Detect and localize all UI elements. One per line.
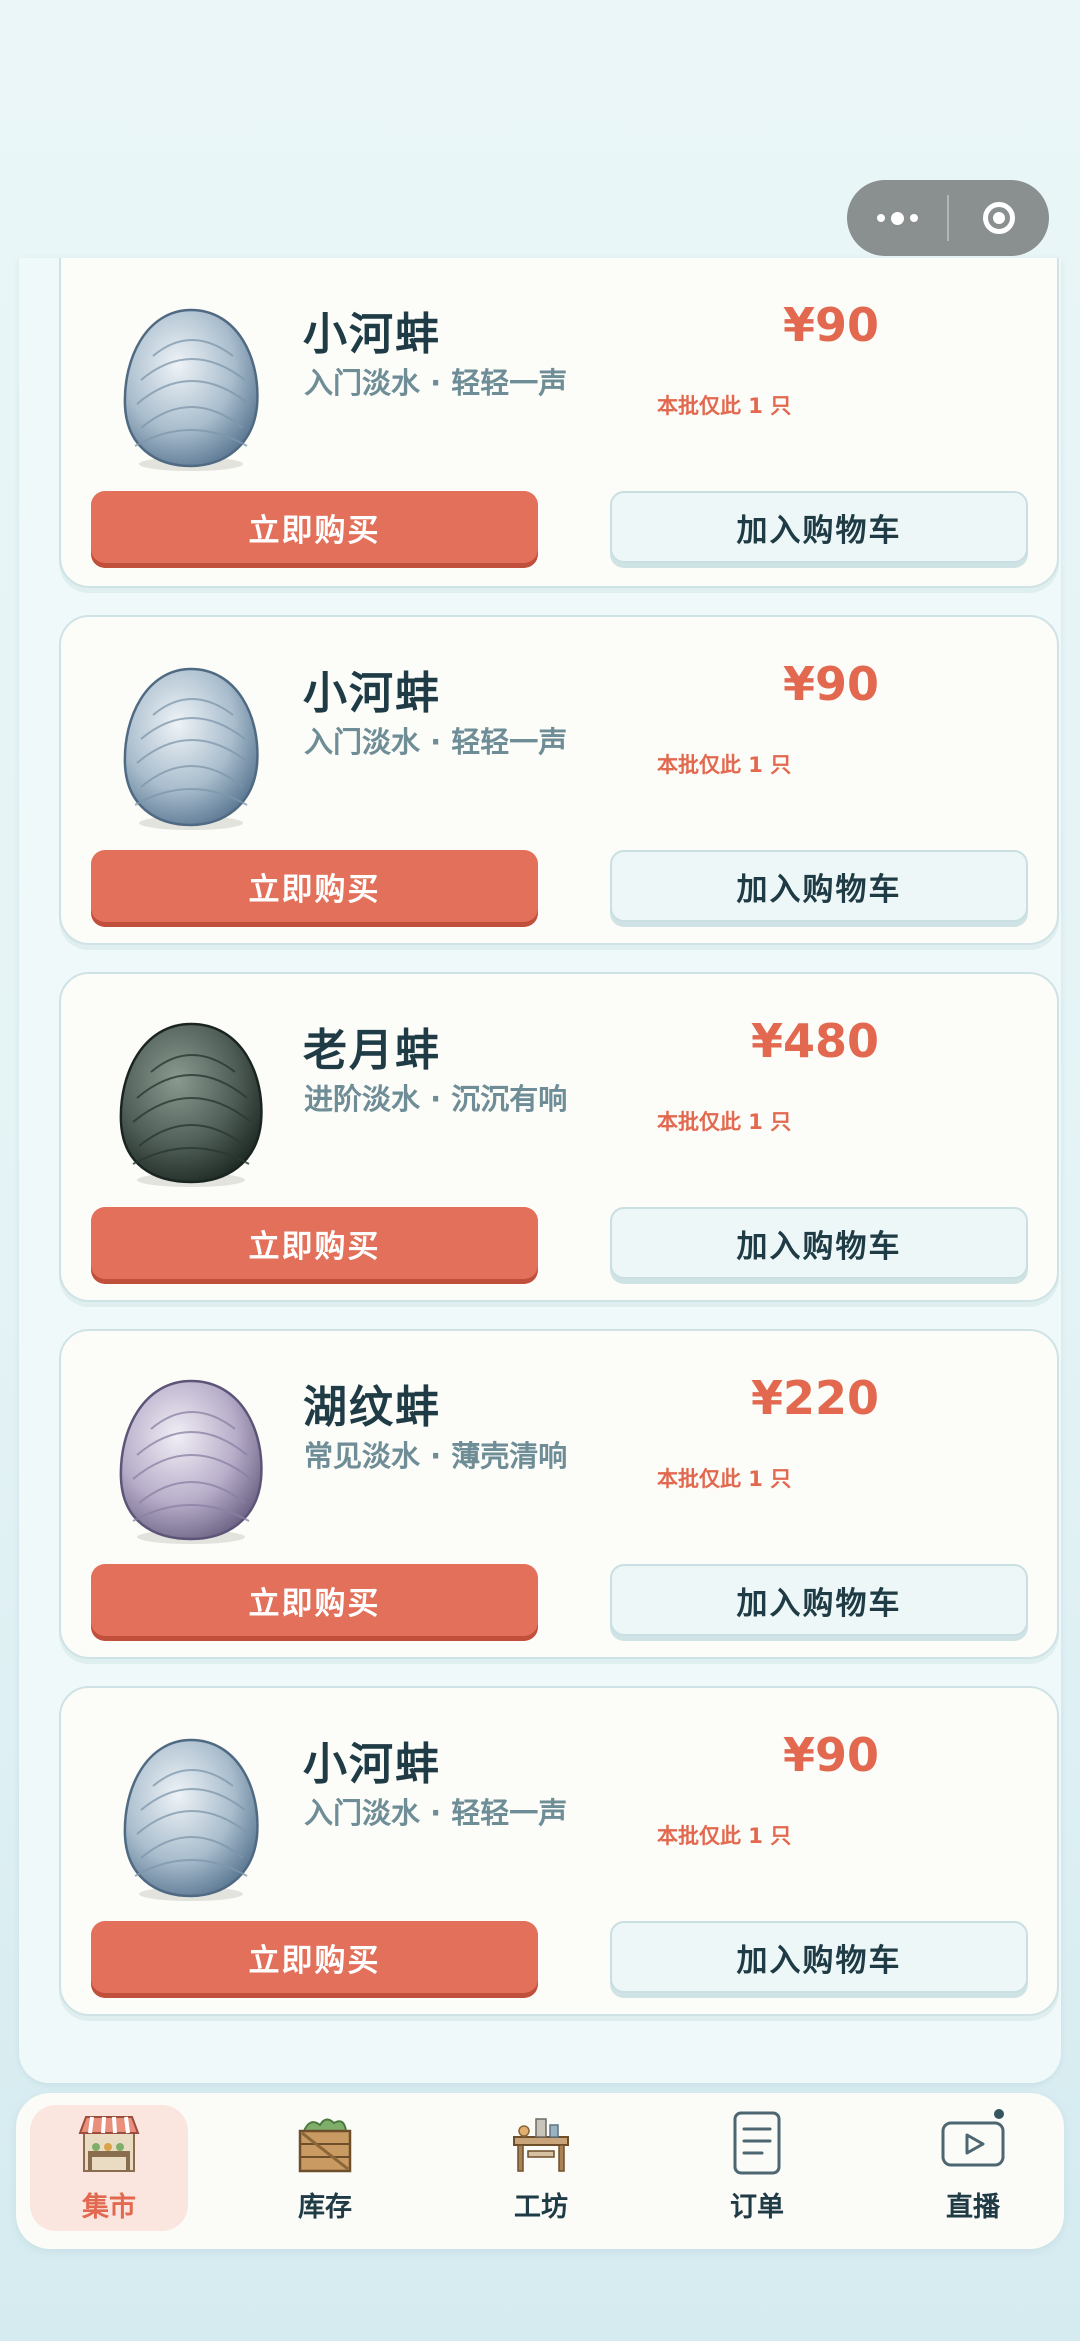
product-price: ¥90 xyxy=(782,657,879,711)
product-description: 入门淡水 · 轻轻一声 xyxy=(304,725,568,759)
add-to-cart-button[interactable]: 加入购物车 xyxy=(610,1564,1028,1636)
product-name: 老月蚌 xyxy=(303,1025,441,1076)
product-name: 小河蚌 xyxy=(303,309,441,360)
tab-inventory[interactable]: 库存 xyxy=(246,2105,404,2231)
play-video-icon xyxy=(941,2121,1005,2167)
buy-now-button[interactable]: 立即购买 xyxy=(91,850,538,922)
tab-market-label: 集市 xyxy=(82,2192,136,2223)
more-menu-button[interactable] xyxy=(847,180,947,256)
workbench-icon xyxy=(513,2118,569,2172)
pale-blue-clam-icon xyxy=(123,667,259,830)
play-video-icon-wrapper xyxy=(938,2109,1008,2177)
product-list-panel: 小河蚌 入门淡水 · 轻轻一声 ¥90 本批仅此 1 只 立即购买 加入购物车 xyxy=(19,258,1061,2083)
stock-note: 本批仅此 1 只 xyxy=(657,1824,792,1848)
buy-now-button[interactable]: 立即购买 xyxy=(91,1564,538,1636)
stock-note: 本批仅此 1 只 xyxy=(657,394,792,418)
stock-note: 本批仅此 1 只 xyxy=(657,1110,792,1134)
tab-orders[interactable]: 订单 xyxy=(678,2105,836,2231)
product-card: 湖纹蚌 常见淡水 · 薄壳清响 ¥220 本批仅此 1 只 立即购买 加入购物车 xyxy=(59,1329,1059,1659)
product-card: 老月蚌 进阶淡水 · 沉沉有响 ¥480 本批仅此 1 只 立即购买 加入购物车 xyxy=(59,972,1059,1302)
tab-live[interactable]: 直播 xyxy=(894,2105,1052,2231)
product-price: ¥480 xyxy=(750,1014,879,1068)
stock-note: 本批仅此 1 只 xyxy=(657,1467,792,1491)
product-name: 小河蚌 xyxy=(303,668,441,719)
live-notification-dot xyxy=(994,2109,1004,2119)
product-price: ¥90 xyxy=(782,298,879,352)
product-card: 小河蚌 入门淡水 · 轻轻一声 ¥90 本批仅此 1 只 立即购买 加入购物车 xyxy=(59,1686,1059,2016)
product-description: 入门淡水 · 轻轻一声 xyxy=(304,366,568,400)
buy-now-button[interactable]: 立即购买 xyxy=(91,491,538,563)
close-miniprogram-button[interactable] xyxy=(949,180,1049,256)
add-to-cart-button[interactable]: 加入购物车 xyxy=(610,1921,1028,1993)
tab-workshop[interactable]: 工坊 xyxy=(462,2105,620,2231)
product-name: 湖纹蚌 xyxy=(303,1382,441,1433)
product-price: ¥90 xyxy=(782,1728,879,1782)
buy-now-button[interactable]: 立即购买 xyxy=(91,1207,538,1279)
product-card: 小河蚌 入门淡水 · 轻轻一声 ¥90 本批仅此 1 只 立即购买 加入购物车 xyxy=(59,258,1059,588)
lavender-clam-icon xyxy=(119,1379,263,1544)
buy-now-button[interactable]: 立即购买 xyxy=(91,1921,538,1993)
pale-blue-clam-icon xyxy=(123,308,259,471)
bottom-tab-bar: 集市 库存 工坊 订单 直播 xyxy=(16,2093,1064,2249)
stock-note: 本批仅此 1 只 xyxy=(657,753,792,777)
market-stall-icon xyxy=(78,2116,140,2172)
add-to-cart-button[interactable]: 加入购物车 xyxy=(610,850,1028,922)
product-name: 小河蚌 xyxy=(303,1739,441,1790)
product-price: ¥220 xyxy=(750,1371,879,1425)
product-description: 入门淡水 · 轻轻一声 xyxy=(304,1796,568,1830)
target-circle-icon xyxy=(983,202,1015,234)
tab-inventory-label: 库存 xyxy=(298,2192,352,2223)
crate-icon xyxy=(298,2118,352,2173)
product-card: 小河蚌 入门淡水 · 轻轻一声 ¥90 本批仅此 1 只 立即购买 加入购物车 xyxy=(59,615,1059,945)
tab-market[interactable]: 集市 xyxy=(30,2105,188,2231)
product-description: 常见淡水 · 薄壳清响 xyxy=(304,1439,568,1473)
document-icon xyxy=(733,2111,781,2175)
tab-live-label: 直播 xyxy=(946,2192,1000,2223)
more-dots-icon xyxy=(876,211,918,225)
product-description: 进阶淡水 · 沉沉有响 xyxy=(304,1082,568,1116)
miniprogram-capsule xyxy=(847,180,1049,256)
tab-orders-label: 订单 xyxy=(730,2192,784,2223)
add-to-cart-button[interactable]: 加入购物车 xyxy=(610,491,1028,563)
add-to-cart-button[interactable]: 加入购物车 xyxy=(610,1207,1028,1279)
pale-blue-clam-icon xyxy=(123,1738,259,1901)
dark-clam-icon xyxy=(119,1022,263,1187)
tab-workshop-label: 工坊 xyxy=(514,2192,568,2223)
